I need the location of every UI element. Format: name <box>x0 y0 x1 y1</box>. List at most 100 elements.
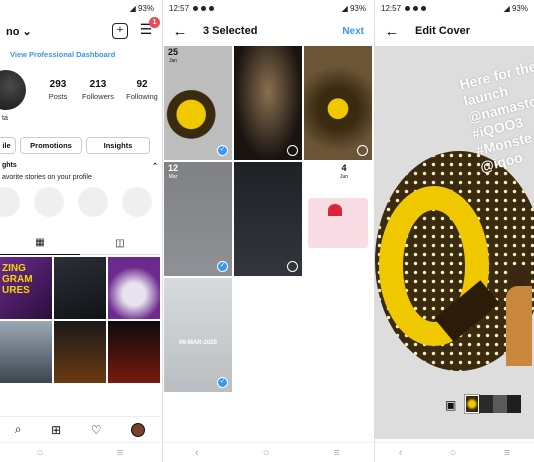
selected-check-icon[interactable]: ✓ <box>217 261 228 272</box>
insights-button[interactable]: Insights <box>86 137 150 154</box>
stat-value: 293 <box>49 79 67 90</box>
person-figure <box>506 286 532 366</box>
media-item[interactable]: 06-MAR-2020 ✓ <box>164 278 232 392</box>
gallery-image-icon[interactable]: ▣ <box>445 398 456 412</box>
post-thumbnail[interactable] <box>108 257 160 319</box>
stat-label: Followers <box>81 92 115 101</box>
home-icon[interactable]: ○ <box>37 447 44 459</box>
stat-posts[interactable]: 293 Posts <box>40 79 76 101</box>
date-month: Jan <box>168 58 178 64</box>
profile-name: ta <box>2 115 8 122</box>
gallery-screen: 12:57 ◢ 93% ← 3 Selected Next 25 Jan ✓ 12… <box>162 0 372 462</box>
post-thumbnail[interactable] <box>0 321 52 383</box>
frame-thumbnail[interactable] <box>507 395 521 413</box>
home-icon[interactable]: ○ <box>263 447 270 459</box>
signal-icon: ◢ <box>503 3 510 13</box>
frame-thumbnail[interactable] <box>479 395 493 413</box>
back-triangle-icon[interactable]: ‹ <box>195 447 199 459</box>
username-label: no <box>6 25 20 38</box>
tagged-icon[interactable]: ◫ <box>80 238 160 249</box>
media-item[interactable] <box>304 46 372 160</box>
status-time: 12:57 <box>381 3 402 13</box>
stat-label: Posts <box>48 92 68 101</box>
gallery-nav-bar: ← 3 Selected Next <box>163 16 372 46</box>
stat-label: Following <box>126 92 158 101</box>
system-navigation: ‹ ○ ≡ <box>375 442 534 462</box>
media-item[interactable]: 12 Mar ✓ <box>164 162 232 276</box>
back-arrow-icon[interactable]: ← <box>171 23 189 40</box>
media-item[interactable]: 25 Jan ✓ <box>164 46 232 160</box>
professional-dashboard-link[interactable]: View Professional Dashboard <box>0 46 160 63</box>
back-triangle-icon[interactable]: ‹ <box>399 447 403 459</box>
profile-tab-avatar[interactable] <box>131 422 146 437</box>
post-grid: ZING GRAM URES <box>0 257 160 383</box>
profile-buttons: ile Promotions Insights <box>0 131 160 160</box>
date-day: 25 <box>168 47 179 57</box>
battery-level: 93% <box>511 3 528 13</box>
back-arrow-icon[interactable]: ← <box>383 23 401 40</box>
battery-level: 93% <box>349 3 366 13</box>
stat-following[interactable]: 92 Following <box>124 79 160 101</box>
chevron-up-icon[interactable]: ⌃ <box>152 162 158 170</box>
next-button[interactable]: Next <box>342 26 364 37</box>
selected-check-icon[interactable]: ✓ <box>217 145 228 156</box>
heart-illustration <box>328 204 342 216</box>
story-highlights-description: avorite stories on your profile <box>2 174 92 181</box>
grid-icon[interactable]: ▦ <box>0 233 80 255</box>
post-thumbnail[interactable] <box>54 257 106 319</box>
edit-cover-title: Edit Cover <box>415 25 471 37</box>
highlight-placeholders <box>0 187 160 217</box>
recents-icon[interactable]: ≡ <box>334 447 340 459</box>
status-bar: 12:57 ◢ 93% <box>163 0 372 16</box>
profile-header: no ⌄ + ☰ 1 <box>0 16 160 46</box>
profile-stats: 293 Posts 213 Followers 92 Following <box>0 63 160 113</box>
selected-check-icon[interactable]: ✓ <box>217 377 228 388</box>
photo-caption: 06-MAR-2020 <box>179 340 217 346</box>
selection-title: 3 Selected <box>203 25 258 37</box>
plus-square-icon[interactable]: + <box>112 23 128 39</box>
username-switcher[interactable]: no ⌄ <box>6 25 102 38</box>
cover-preview[interactable]: Here for the launch @namasto #iQOO3 #Mon… <box>375 46 534 439</box>
recents-icon[interactable]: ≡ <box>504 447 510 459</box>
edit-profile-button[interactable]: ile <box>0 137 16 154</box>
stat-followers[interactable]: 213 Followers <box>80 79 116 101</box>
bottom-navigation: ⌕ ⊞ ♡ <box>0 416 160 442</box>
frame-thumbnail-selected[interactable] <box>464 394 480 414</box>
post-thumbnail[interactable] <box>54 321 106 383</box>
unselected-circle-icon[interactable] <box>357 145 368 156</box>
highlight-placeholder[interactable] <box>34 187 64 217</box>
edit-cover-screen: 12:57 ◢ 93% ← Edit Cover Here for the la… <box>374 0 534 462</box>
promotions-button[interactable]: Promotions <box>20 137 82 154</box>
unselected-circle-icon[interactable] <box>287 261 298 272</box>
highlight-placeholder[interactable] <box>122 187 152 217</box>
hamburger-icon[interactable]: ☰ 1 <box>138 17 160 39</box>
new-post-icon[interactable]: ⊞ <box>51 423 61 437</box>
date-label: 25 Jan <box>168 48 178 66</box>
stat-value: 213 <box>89 79 107 90</box>
media-item[interactable]: 4 Jun <box>304 162 372 276</box>
date-day: 4 <box>341 163 347 173</box>
status-time: 12:57 <box>169 3 190 13</box>
post-thumbnail[interactable]: ZING GRAM URES <box>0 257 52 319</box>
highlight-placeholder[interactable] <box>0 187 20 217</box>
unselected-circle-icon[interactable] <box>287 145 298 156</box>
person-head <box>510 264 528 286</box>
profile-screen: ◢ 93% no ⌄ + ☰ 1 View Professional Dashbo… <box>0 0 160 462</box>
search-icon[interactable]: ⌕ <box>15 422 22 437</box>
frame-thumbnails <box>464 394 521 414</box>
heart-icon[interactable]: ♡ <box>91 423 102 437</box>
profile-tabs: ▦ ◫ <box>0 233 160 255</box>
media-grid: 25 Jan ✓ 12 Mar ✓ 4 Jun 06-MAR-2020 ✓ <box>163 46 372 392</box>
home-icon[interactable]: ○ <box>450 447 457 459</box>
date-month: Mar <box>168 174 178 180</box>
recents-icon[interactable]: ≡ <box>117 447 123 459</box>
profile-avatar[interactable] <box>0 70 26 110</box>
highlight-placeholder[interactable] <box>78 187 108 217</box>
notification-badge: 1 <box>149 17 160 28</box>
frame-thumbnail[interactable] <box>493 395 507 413</box>
post-thumbnail[interactable] <box>108 321 160 383</box>
date-label: 12 Mar <box>168 164 178 182</box>
story-highlights-header[interactable]: ghts ⌃ <box>0 160 160 172</box>
media-item[interactable] <box>234 162 302 276</box>
media-item[interactable] <box>234 46 302 160</box>
